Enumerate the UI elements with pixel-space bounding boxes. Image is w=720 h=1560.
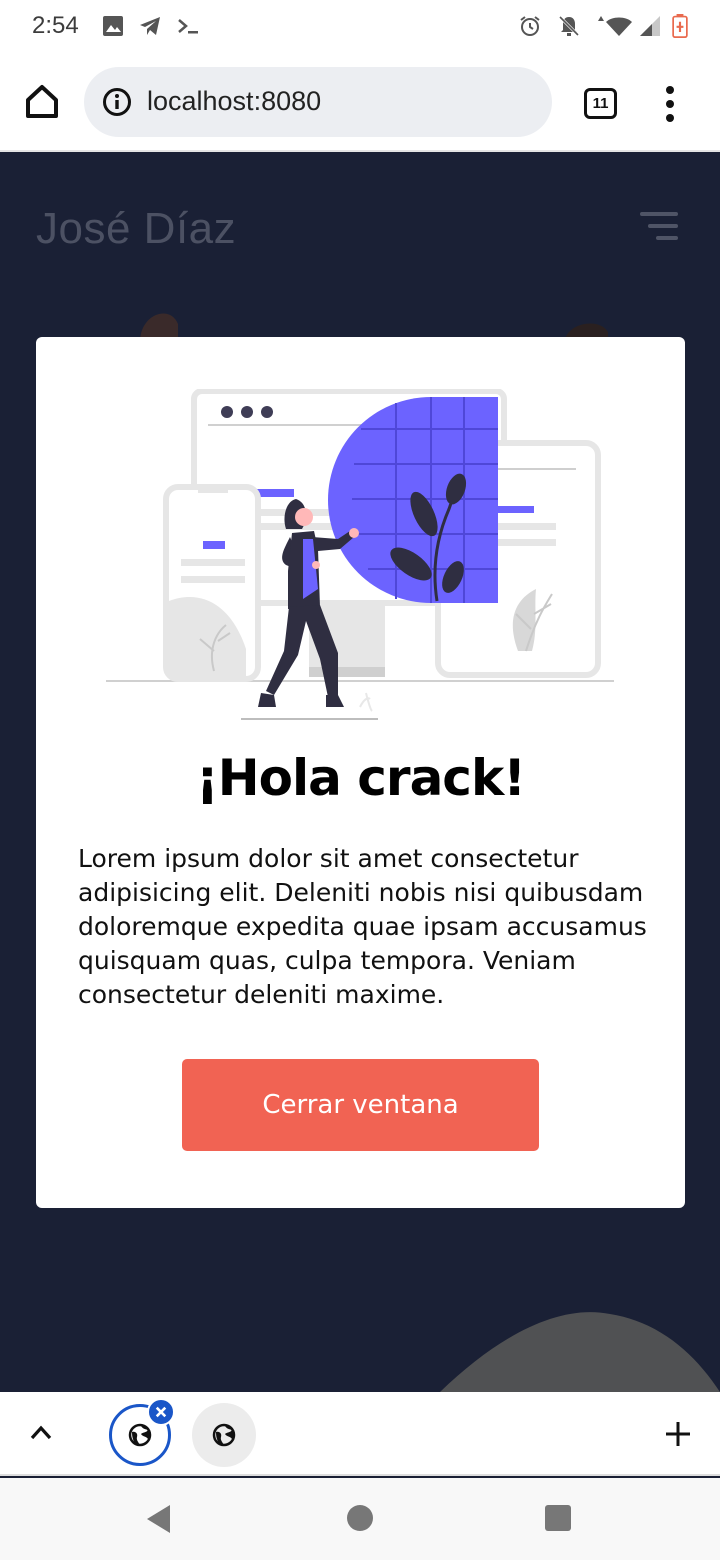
battery-icon bbox=[672, 14, 688, 38]
tab-inactive[interactable] bbox=[192, 1403, 256, 1467]
close-tab-icon[interactable] bbox=[147, 1398, 175, 1426]
web-page: José Díaz ¡Hola crack! Lorem ipsum dolor… bbox=[0, 154, 720, 1392]
browser-toolbar: localhost:8080 11 bbox=[0, 52, 720, 152]
globe-icon bbox=[128, 1423, 152, 1447]
info-icon[interactable] bbox=[102, 87, 132, 117]
web-design-illustration bbox=[106, 389, 614, 720]
status-time: 2:54 bbox=[32, 12, 79, 39]
url-bar[interactable]: localhost:8080 bbox=[84, 67, 552, 137]
image-icon bbox=[103, 16, 123, 36]
tab-switcher-button[interactable]: 11 bbox=[584, 88, 617, 119]
telegram-icon bbox=[140, 17, 160, 35]
status-bar: 2:54 bbox=[0, 0, 720, 52]
tab-strip bbox=[0, 1392, 720, 1476]
notifications-off-icon bbox=[558, 15, 580, 37]
chevron-up-icon[interactable] bbox=[28, 1422, 54, 1442]
home-icon[interactable] bbox=[20, 80, 64, 124]
home-circle-icon[interactable] bbox=[347, 1505, 373, 1531]
overflow-menu-icon[interactable] bbox=[660, 84, 680, 124]
close-modal-button[interactable]: Cerrar ventana bbox=[182, 1059, 539, 1151]
site-title[interactable]: José Díaz bbox=[36, 204, 236, 254]
wifi-icon bbox=[598, 16, 632, 36]
url-text[interactable]: localhost:8080 bbox=[147, 86, 321, 117]
modal-body-text: Lorem ipsum dolor sit amet consectetur a… bbox=[78, 844, 647, 1009]
alarm-icon bbox=[520, 16, 540, 36]
globe-icon bbox=[212, 1423, 236, 1447]
hamburger-menu-icon[interactable] bbox=[640, 212, 678, 242]
welcome-modal: ¡Hola crack! Lorem ipsum dolor sit amet … bbox=[36, 337, 685, 1208]
signal-icon bbox=[640, 16, 660, 36]
system-navigation-bar bbox=[0, 1478, 720, 1560]
new-tab-plus-icon[interactable] bbox=[664, 1420, 692, 1448]
terminal-icon bbox=[178, 19, 198, 34]
recent-apps-icon[interactable] bbox=[545, 1505, 571, 1531]
back-icon[interactable] bbox=[146, 1504, 172, 1534]
modal-title: ¡Hola crack! bbox=[195, 749, 526, 807]
